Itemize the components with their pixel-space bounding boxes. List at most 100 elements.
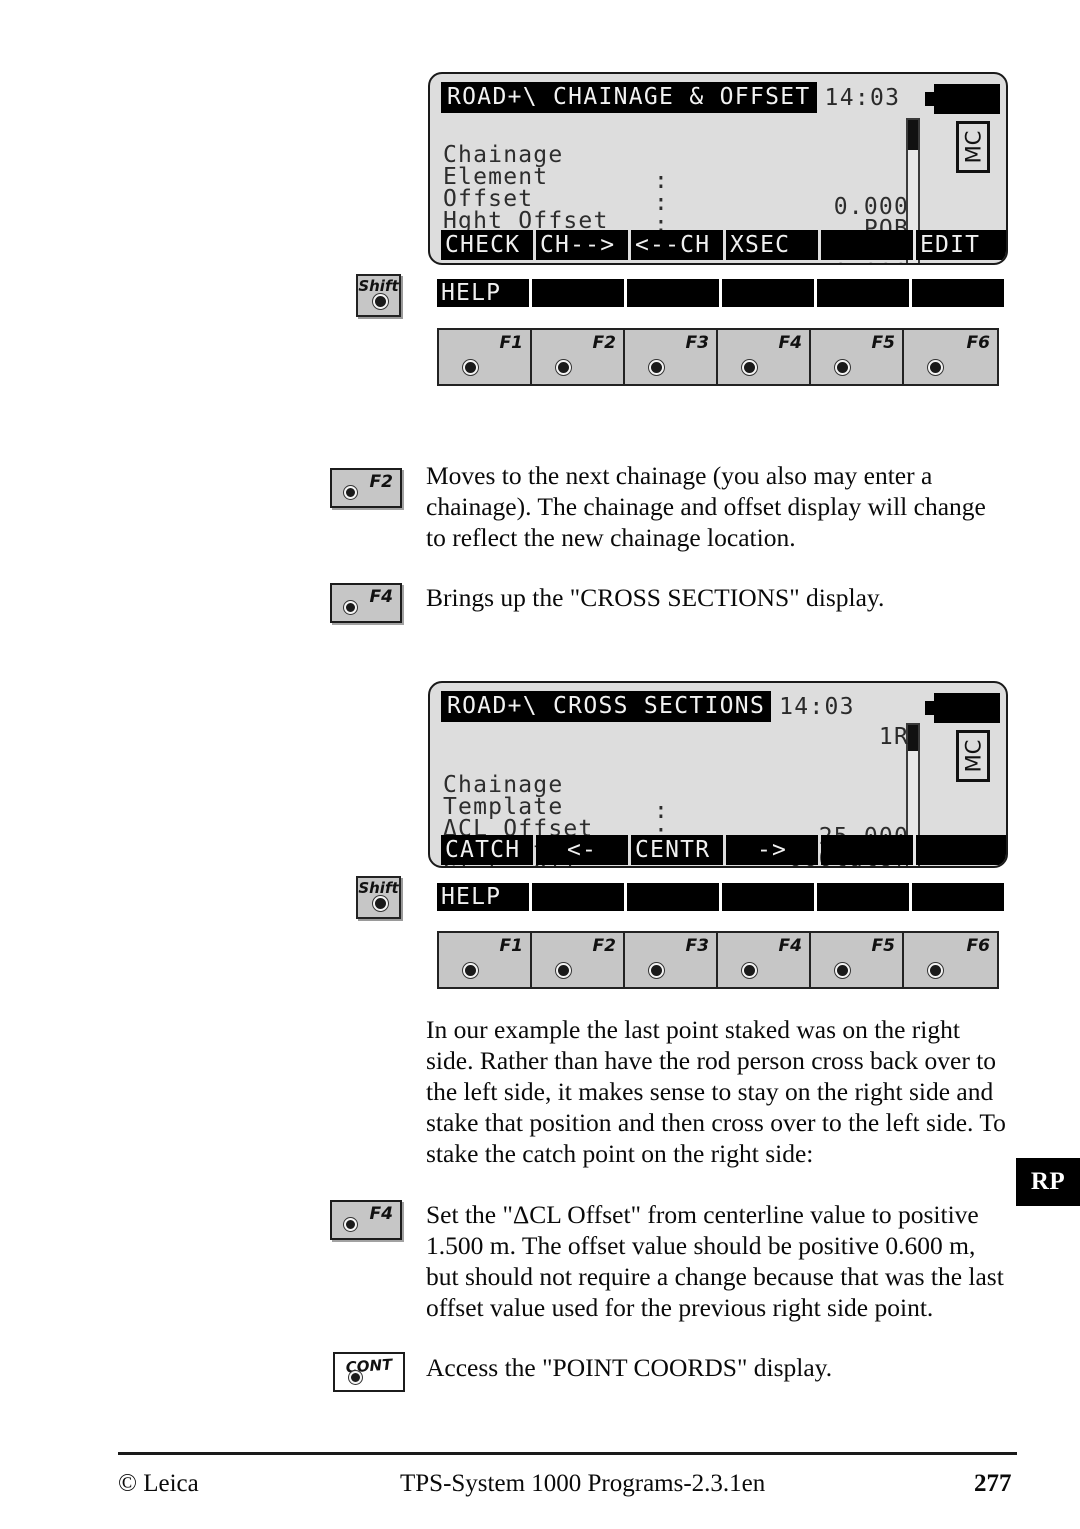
softkey-f5[interactable] bbox=[821, 835, 913, 865]
shift-softkey-f5[interactable] bbox=[817, 279, 909, 307]
data-row: Element : POB bbox=[443, 138, 1006, 242]
footer-title: TPS-System 1000 Programs-2.3.1en bbox=[400, 1470, 766, 1497]
function-key-f3[interactable]: F3 bbox=[625, 330, 718, 384]
function-key-led bbox=[742, 963, 757, 978]
data-row: Hght Offset : 0.000 m bbox=[443, 182, 1006, 263]
function-key-f4[interactable]: F4 bbox=[718, 330, 811, 384]
callout-text-f2: Moves to the next chainage (you also may… bbox=[426, 461, 986, 552]
softkey-f6[interactable]: EDIT bbox=[916, 230, 1006, 260]
function-key-label: F2 bbox=[592, 333, 616, 353]
function-key-label: F2 bbox=[592, 936, 616, 956]
function-key-f3[interactable]: F3 bbox=[625, 933, 718, 987]
display1-function-key-strip: F1 F2 F3 F4 F5 F6 bbox=[437, 328, 999, 386]
display1-shift-softkey-row: HELP bbox=[437, 279, 1004, 307]
battery-icon bbox=[925, 84, 1000, 114]
lcd-display-chainage-offset: ROAD+\ CHAINAGE & OFFSET 14:03 MC Chaina… bbox=[428, 72, 1008, 265]
function-key-label: F6 bbox=[966, 333, 990, 353]
shift-key-led bbox=[373, 896, 388, 911]
footer-page-number: 277 bbox=[974, 1470, 1012, 1497]
function-key-led bbox=[463, 360, 478, 375]
display2-shift-softkey-row: HELP bbox=[437, 883, 1004, 911]
softkey-f3[interactable]: <--CH bbox=[631, 230, 723, 260]
shift-softkey-f2[interactable] bbox=[532, 279, 624, 307]
function-key-led bbox=[463, 963, 478, 978]
callout-key-f4-cl-offset[interactable]: F4 bbox=[330, 1200, 402, 1240]
softkey-f2[interactable]: <- bbox=[536, 835, 628, 865]
shift-key-led bbox=[373, 294, 388, 309]
softkey-f6[interactable] bbox=[916, 835, 1006, 865]
function-key-f1[interactable]: F1 bbox=[439, 330, 532, 384]
function-key-label: F3 bbox=[685, 936, 709, 956]
softkey-f5[interactable] bbox=[821, 230, 913, 260]
callout-key-led bbox=[349, 1371, 362, 1384]
function-key-led bbox=[556, 963, 571, 978]
function-key-led bbox=[928, 963, 943, 978]
lcd-display-cross-sections: ROAD+\ CROSS SECTIONS 14:03 MC 1R Chaina… bbox=[428, 681, 1008, 868]
function-key-led bbox=[649, 963, 664, 978]
callout-key-cont[interactable]: CONT bbox=[333, 1352, 405, 1392]
shift-softkey-f3[interactable] bbox=[627, 883, 719, 911]
data-row: Template : +000tutor bbox=[443, 768, 1006, 866]
shift-softkey-f1[interactable]: HELP bbox=[437, 883, 529, 911]
softkey-f1[interactable]: CATCH bbox=[441, 835, 533, 865]
shift-softkey-f6[interactable] bbox=[912, 279, 1004, 307]
callout-text-f4-cl-offset: Set the "ΔCL Offset" from centerline val… bbox=[426, 1200, 1004, 1322]
softkey-f4[interactable]: XSEC bbox=[726, 230, 818, 260]
data-row: ΔCL Hgt Diff : -0.030 m bbox=[443, 812, 1006, 866]
function-key-label: F4 bbox=[778, 936, 802, 956]
battery-icon bbox=[925, 693, 1000, 723]
callout-key-label: F4 bbox=[369, 1204, 393, 1224]
display1-title: ROAD+\ CHAINAGE & OFFSET bbox=[441, 82, 817, 113]
function-key-f5[interactable]: F5 bbox=[811, 330, 904, 384]
shift-softkey-f5[interactable] bbox=[817, 883, 909, 911]
display1-time: 14:03 bbox=[824, 84, 901, 111]
function-key-label: F3 bbox=[685, 333, 709, 353]
callout-key-f2[interactable]: F2 bbox=[330, 468, 402, 508]
function-key-led bbox=[928, 360, 943, 375]
side-tab-rp: RP bbox=[1016, 1158, 1080, 1206]
softkey-f2[interactable]: CH--> bbox=[536, 230, 628, 260]
function-key-f4[interactable]: F4 bbox=[718, 933, 811, 987]
function-key-led bbox=[556, 360, 571, 375]
callout-key-f4-cross-sections[interactable]: F4 bbox=[330, 583, 402, 623]
function-key-f5[interactable]: F5 bbox=[811, 933, 904, 987]
shift-key-label: Shift bbox=[358, 879, 399, 897]
function-key-led bbox=[742, 360, 757, 375]
function-key-f2[interactable]: F2 bbox=[532, 933, 625, 987]
data-row: Chainage : 25.000 bbox=[443, 746, 1006, 850]
display1-rows: Chainage : 0.000 Element : POB Offset : … bbox=[443, 116, 1006, 263]
function-key-label: F6 bbox=[966, 936, 990, 956]
function-key-f1[interactable]: F1 bbox=[439, 933, 532, 987]
row-unit: m bbox=[925, 264, 940, 265]
function-key-label: F5 bbox=[871, 333, 895, 353]
softkey-f4[interactable]: -> bbox=[726, 835, 818, 865]
shift-softkey-f6[interactable] bbox=[912, 883, 1004, 911]
softkey-f1[interactable]: CHECK bbox=[441, 230, 533, 260]
shift-softkey-f4[interactable] bbox=[722, 883, 814, 911]
function-key-f6[interactable]: F6 bbox=[904, 933, 997, 987]
shift-key[interactable]: Shift bbox=[356, 274, 401, 317]
function-key-f6[interactable]: F6 bbox=[904, 330, 997, 384]
softkey-f3[interactable]: CENTR bbox=[631, 835, 723, 865]
shift-key-label: Shift bbox=[358, 277, 399, 295]
display2-time: 14:03 bbox=[779, 693, 855, 720]
display1-title-row: ROAD+\ CHAINAGE & OFFSET 14:03 bbox=[441, 82, 900, 113]
shift-key[interactable]: Shift bbox=[356, 876, 401, 919]
shift-softkey-f1[interactable]: HELP bbox=[437, 279, 529, 307]
display1-softkey-bar: CHECK CH--> <--CH XSEC EDIT bbox=[441, 230, 1006, 260]
callout-text-f4-cross-sections: Brings up the "CROSS SECTIONS" display. bbox=[426, 583, 885, 612]
data-row: Chainage : 0.000 bbox=[443, 116, 1006, 220]
shift-softkey-f4[interactable] bbox=[722, 279, 814, 307]
callout-key-led bbox=[344, 1218, 357, 1231]
callout-key-label: F4 bbox=[369, 587, 393, 607]
shift-softkey-f2[interactable] bbox=[532, 883, 624, 911]
function-key-f2[interactable]: F2 bbox=[532, 330, 625, 384]
shift-softkey-f3[interactable] bbox=[627, 279, 719, 307]
function-key-label: F5 bbox=[871, 936, 895, 956]
display2-softkey-bar: CATCH <- CENTR -> bbox=[441, 835, 1006, 865]
body-paragraph: In our example the last point staked was… bbox=[426, 1015, 1006, 1168]
function-key-label: F1 bbox=[499, 936, 523, 956]
display2-function-key-strip: F1 F2 F3 F4 F5 F6 bbox=[437, 931, 999, 989]
function-key-led bbox=[835, 963, 850, 978]
callout-key-led bbox=[344, 486, 357, 499]
